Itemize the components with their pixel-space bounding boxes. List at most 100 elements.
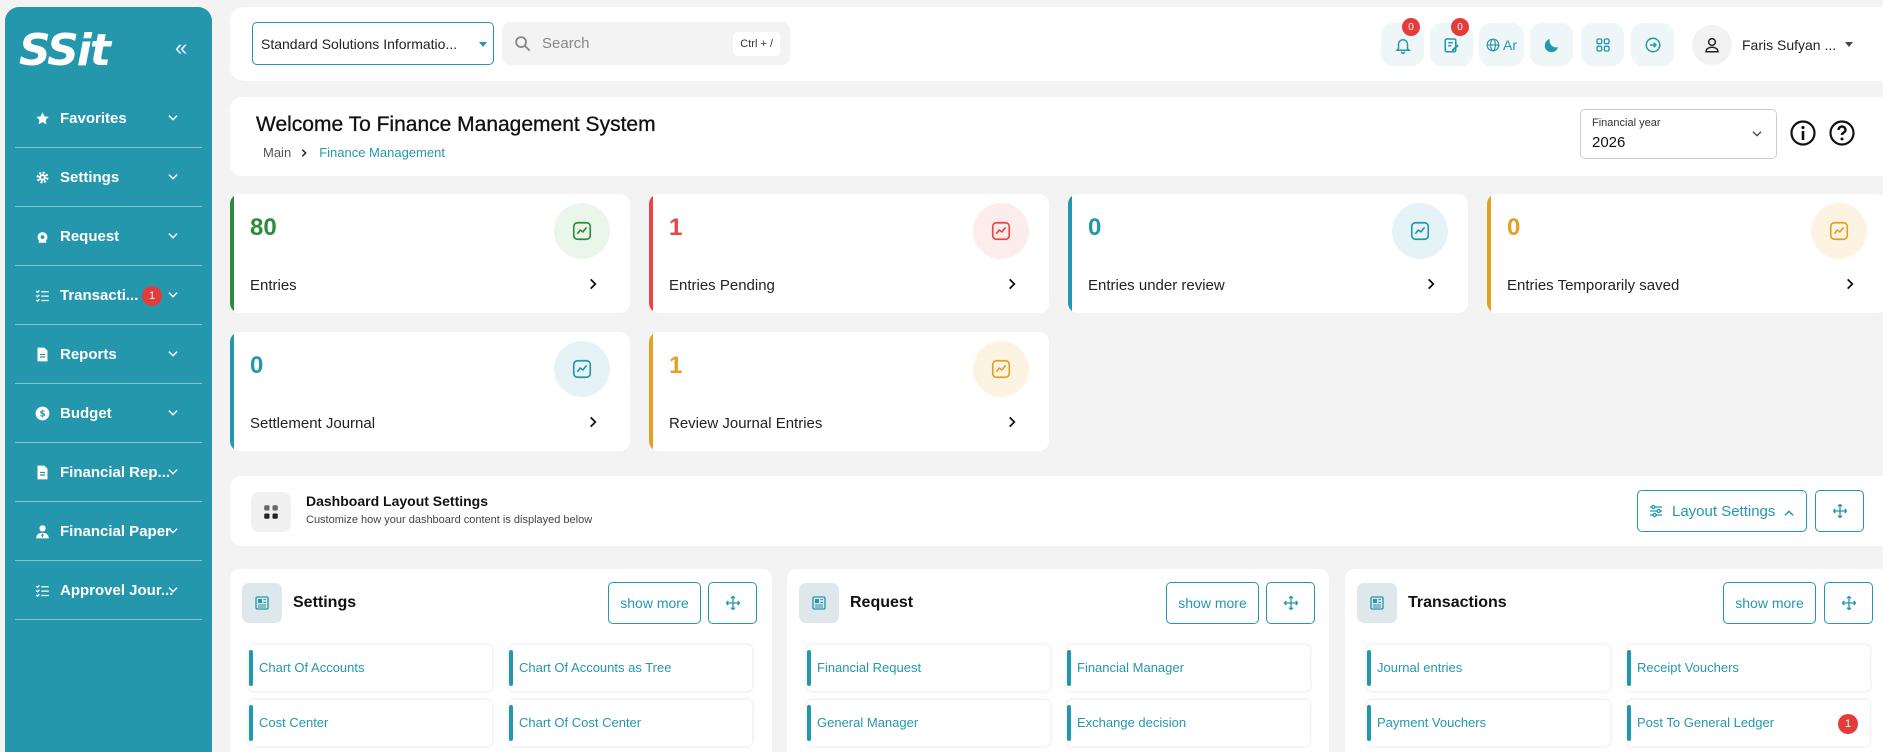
language-button[interactable]: Ar [1479,23,1524,66]
chevron-up-icon [1782,506,1796,520]
collapse-sidebar-icon[interactable]: « [175,37,187,59]
user-menu[interactable]: Faris Sufyan ... [1692,23,1854,66]
quick-link[interactable]: Chart Of Cost Center [509,700,752,746]
quick-link-label: Chart Of Accounts [259,660,365,675]
layout-settings-button-label: Layout Settings [1672,502,1776,520]
sidebar-nav: Favorites Settings Request Transacti... … [15,89,202,620]
language-label: Ar [1503,36,1517,53]
quick-link-label: Payment Vouchers [1377,715,1487,730]
bell-icon [1394,36,1412,54]
chevron-down-icon [166,583,180,597]
arrow-circle-icon [1644,36,1662,54]
search-shortcut-hint: Ctrl + / [733,32,780,56]
stat-card-entries-pending[interactable]: 1 Entries Pending [649,194,1049,313]
show-more-button[interactable]: show more [1166,582,1259,624]
ssit-logo[interactable]: SSit [19,29,111,73]
sidebar-item-transactions[interactable]: Transacti... 1 [15,266,202,325]
navigate-button[interactable] [1631,23,1674,66]
sliders-icon [1648,503,1664,519]
quick-link[interactable]: Journal entries [1367,645,1610,691]
move-section-button[interactable] [1824,582,1873,624]
financial-year-label: Financial year [1592,117,1661,129]
chevron-down-icon [166,170,180,184]
stat-value: 0 [1507,214,1521,241]
quick-link[interactable]: General Manager [807,700,1050,746]
sidebar-item-budget[interactable]: $ Budget [15,384,202,443]
quick-link[interactable]: Chart Of Accounts as Tree [509,645,752,691]
trend-chart-icon [1392,203,1448,259]
trend-chart-icon [973,341,1029,397]
count-badge: 1 [1838,714,1858,734]
stat-card-review-journal-entries[interactable]: 1 Review Journal Entries [649,332,1049,451]
chevron-right-icon [586,415,600,429]
quick-link-label: Financial Manager [1077,660,1184,675]
stat-label: Entries under review [1088,277,1225,294]
quick-link-label: Chart Of Cost Center [519,715,642,730]
section-request: Request show more Financial Request Fina… [787,569,1329,752]
sidebar-item-favorites[interactable]: Favorites [15,89,202,148]
sidebar-item-financial-reports[interactable]: Financial Rep... [15,443,202,502]
sidebar-item-label: Request [60,227,120,245]
stat-card-entries-temporarily-saved[interactable]: 0 Entries Temporarily saved [1487,194,1883,313]
stat-value: 0 [1088,214,1102,241]
apps-button[interactable] [1581,23,1624,66]
stat-value: 1 [669,214,683,241]
move-section-button[interactable] [708,582,757,624]
sidebar-item-reports[interactable]: Reports [15,325,202,384]
company-select[interactable]: Standard Solutions Informatio... [252,22,494,65]
layout-settings-button[interactable]: Layout Settings [1637,490,1807,532]
tasks-button[interactable]: 0 [1430,18,1473,66]
sidebar-item-settings[interactable]: Settings [15,148,202,207]
sidebar-item-label: Favorites [60,109,127,127]
money-bag-icon [34,228,50,244]
quick-link[interactable]: Receipt Vouchers [1627,645,1870,691]
stat-card-entries-under-review[interactable]: 0 Entries under review [1068,194,1468,313]
sidebar-item-label: Reports [60,345,117,363]
breadcrumb-current[interactable]: Finance Management [319,145,445,160]
user-tie-icon [34,523,50,539]
sidebar-item-request[interactable]: Request [15,207,202,266]
quick-link-label: Financial Request [817,660,922,675]
quick-link[interactable]: Payment Vouchers [1367,700,1610,746]
chevron-down-icon [166,288,180,302]
svg-text:$: $ [39,409,45,419]
stat-card-entries[interactable]: 80 Entries [230,194,630,313]
section-settings: Settings show more Chart Of Accounts Cha… [230,569,772,752]
sidebar-item-approval-journal[interactable]: Approvel Jour... [15,561,202,620]
dark-mode-toggle[interactable] [1530,23,1573,66]
search-input[interactable] [542,32,702,54]
move-section-button[interactable] [1266,582,1315,624]
card-accent-bar [1068,194,1072,313]
quick-link[interactable]: Financial Request [807,645,1050,691]
stat-label: Entries Pending [669,277,775,294]
move-arrows-icon [725,595,741,611]
financial-year-select[interactable]: Financial year 2026 [1580,109,1777,159]
quick-link[interactable]: Financial Manager [1067,645,1310,691]
quick-link[interactable]: Chart Of Accounts [249,645,492,691]
stat-card-settlement-journal[interactable]: 0 Settlement Journal [230,332,630,451]
sidebar-item-label: Transacti... [60,286,139,304]
quick-link[interactable]: Post To General Ledger 1 [1627,700,1870,746]
quick-link-label: Journal entries [1377,660,1463,675]
trend-chart-icon [973,203,1029,259]
move-layout-button[interactable] [1815,490,1864,532]
sidebar: SSit « Favorites Settings Request Transa… [5,7,212,752]
section-icon [242,583,282,623]
list-check-icon [34,287,50,303]
sidebar-item-financial-paper[interactable]: Financial Paper [15,502,202,561]
count-badge: 1 [142,286,162,306]
info-button[interactable] [1789,119,1817,147]
quick-link[interactable]: Cost Center [249,700,492,746]
show-more-button[interactable]: show more [1723,582,1816,624]
show-more-button[interactable]: show more [608,582,701,624]
help-button[interactable] [1828,119,1856,147]
breadcrumb-separator-icon [299,147,309,159]
company-select-value: Standard Solutions Informatio... [261,35,458,52]
breadcrumb-main[interactable]: Main [263,145,291,160]
search-box: Ctrl + / [502,22,790,65]
grid-icon [1595,37,1611,53]
quick-link[interactable]: Exchange decision [1067,700,1310,746]
edit-list-icon [1443,36,1461,54]
notifications-button[interactable]: 0 [1381,18,1424,66]
globe-icon [1486,38,1500,52]
